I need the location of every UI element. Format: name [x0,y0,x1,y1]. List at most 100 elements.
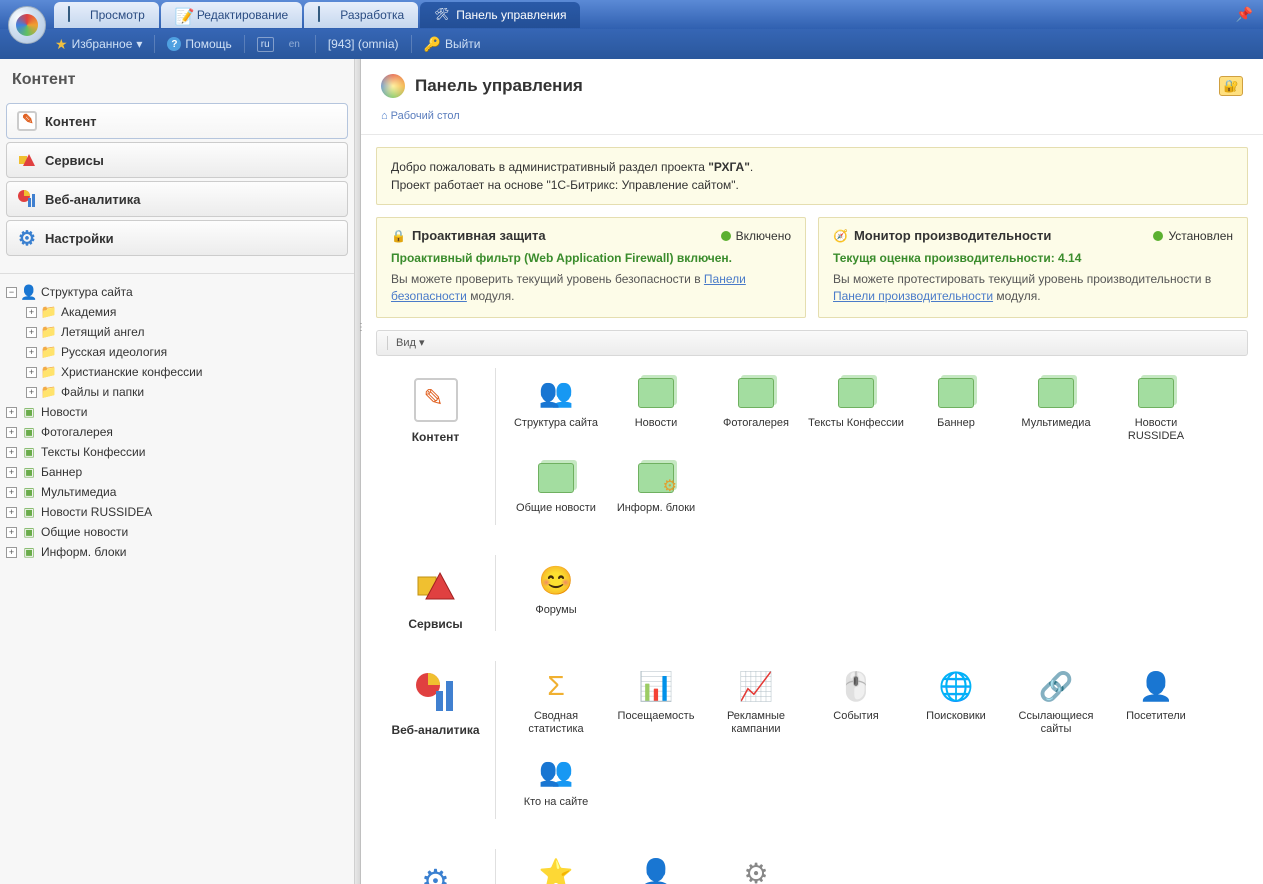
expand-icon[interactable]: + [6,447,17,458]
dash-cat-services-label: Сервисы [376,617,495,631]
tree-multimedia[interactable]: +▣Мультимедиа [6,482,348,502]
dash-item-summary[interactable]: ΣСводная статистика [506,661,606,746]
dash-item-texts[interactable]: Тексты Конфессии [806,368,906,453]
dash-item-visitors[interactable]: 👤Посетители [1106,661,1206,746]
dash-item-interface[interactable]: ⚙Интерфейс [706,849,806,884]
dash-item-visits[interactable]: 📊Посещаемость [606,661,706,746]
dash-item-photo-label: Фотогалерея [708,417,804,430]
panel-proactive: 🔒Проактивная защитаВключено Проактивный … [376,217,806,318]
dash-item-general-news[interactable]: Общие новости [506,453,606,525]
help-button[interactable]: ? Помощь [167,37,231,51]
status-panels: 🔒Проактивная защитаВключено Проактивный … [376,217,1248,318]
sidebar-item-services[interactable]: Сервисы [6,142,348,178]
dash-item-inform[interactable]: Информ. блоки [606,453,706,525]
tree-general-news[interactable]: +▣Общие новости [6,522,348,542]
expand-icon[interactable]: + [6,547,17,558]
sidebar-item-analytics[interactable]: Веб-аналитика [6,181,348,217]
dash-item-who[interactable]: 👥Кто на сайте [506,747,606,819]
sidebar-item-content[interactable]: Контент [6,103,348,139]
view-button[interactable]: Вид ▾ [396,336,425,349]
dash-cat-content[interactable]: Контент [376,368,496,526]
tab-edit[interactable]: 📝Редактирование [161,2,302,28]
tree-angel-label: Летящий ангел [61,325,144,339]
expand-icon[interactable]: + [6,507,17,518]
expand-icon[interactable]: + [26,307,37,318]
services-icon [17,150,37,170]
breadcrumb[interactable]: ⌂Рабочий стол [361,106,1263,135]
dash-item-summary-label: Сводная статистика [508,710,604,736]
tab-control-panel[interactable]: 🛠Панель управления [420,2,580,28]
collapse-icon[interactable]: − [6,287,17,298]
dash-item-events[interactable]: 🖱️События [806,661,906,746]
dash-item-banner-label: Баннер [908,417,1004,430]
dash-item-searchers[interactable]: 🌐Поисковики [906,661,1006,746]
dash-item-forums[interactable]: 😊Форумы [506,555,606,627]
help-label: Помощь [185,37,231,51]
tree-angel[interactable]: +📁Летящий ангел [6,322,348,342]
performance-panel-link[interactable]: Панели производительности [833,289,993,303]
iblock-icon: ▣ [21,484,37,500]
expand-icon[interactable]: + [26,367,37,378]
dash-item-adv[interactable]: 📈Рекламные кампании [706,661,806,746]
tree-inform-blocks[interactable]: +▣Информ. блоки [6,542,348,562]
structure-icon: 👥 [536,373,576,413]
tree-ideology[interactable]: +📁Русская идеология [6,342,348,362]
tree-news-russidea[interactable]: +▣Новости RUSSIDEA [6,502,348,522]
profile-icon: 👤 [636,854,676,884]
tree-banner[interactable]: +▣Баннер [6,462,348,482]
dash-item-referrers-label: Ссылающиеся сайты [1008,710,1104,736]
dash-item-structure[interactable]: 👥Структура сайта [506,368,606,453]
exit-button[interactable]: 🔑Выйти [424,36,481,53]
tab-dev[interactable]: Разработка [304,2,418,28]
analytics-icon [412,669,460,717]
expand-icon[interactable]: + [26,327,37,338]
app-logo[interactable] [8,6,46,44]
splitter[interactable] [355,59,361,884]
tree-files[interactable]: +📁Файлы и папки [6,382,348,402]
tree-confessions[interactable]: +📁Христианские конфессии [6,362,348,382]
expand-icon[interactable]: + [26,347,37,358]
dash-item-multimedia[interactable]: Мультимедиа [1006,368,1106,453]
dash-section-analytics: Веб-аналитика ΣСводная статистика 📊Посещ… [376,661,1248,819]
help-icon: ? [167,37,181,51]
top-tab-bar: Просмотр 📝Редактирование Разработка 🛠Пан… [0,0,1263,29]
dash-item-news[interactable]: Новости [606,368,706,453]
tab-dev-label: Разработка [340,8,404,22]
expand-icon[interactable]: + [26,387,37,398]
dash-cat-services[interactable]: Сервисы [376,555,496,631]
dash-item-photo[interactable]: Фотогалерея [706,368,806,453]
tree-academy[interactable]: +📁Академия [6,302,348,322]
tree-photo[interactable]: +▣Фотогалерея [6,422,348,442]
pin-icon[interactable]: 📌 [1236,6,1253,23]
tree-texts-conf[interactable]: +▣Тексты Конфессии [6,442,348,462]
expand-icon[interactable]: + [6,527,17,538]
sidebar-item-content-label: Контент [45,114,97,129]
dash-item-favorites[interactable]: ⭐Избранное [506,849,606,884]
tree-structure-label: Структура сайта [41,285,133,299]
lang-en[interactable]: en [286,38,303,51]
expand-icon[interactable]: + [6,487,17,498]
welcome-box: Добро пожаловать в административный разд… [376,147,1248,205]
dash-item-profile[interactable]: 👤Мой профайл [606,849,706,884]
dash-item-news-russidea[interactable]: Новости RUSSIDEA [1106,368,1206,453]
tab-view[interactable]: Просмотр [54,2,159,28]
iblock-icon: ▣ [21,464,37,480]
expand-icon[interactable]: + [6,467,17,478]
chevron-down-icon: ▾ [419,337,425,349]
dash-item-searchers-label: Поисковики [908,710,1004,723]
lang-ru[interactable]: ru [257,37,274,52]
dash-item-referrers[interactable]: 🔗Ссылающиеся сайты [1006,661,1106,746]
dash-item-who-label: Кто на сайте [508,796,604,809]
expand-icon[interactable]: + [6,427,17,438]
panel-proactive-sub: Проактивный фильтр (Web Application Fire… [391,251,791,265]
tree-structure[interactable]: −👤Структура сайта [6,282,348,302]
dash-cat-analytics[interactable]: Веб-аналитика [376,661,496,819]
lock-icon[interactable]: 🔐 [1219,76,1243,96]
expand-icon[interactable]: + [6,407,17,418]
sidebar-item-settings[interactable]: ⚙Настройки [6,220,348,256]
favorites-button[interactable]: ★Избранное▾ [55,36,142,53]
status-dot-icon [1153,231,1163,241]
dash-cat-settings[interactable]: ⚙ Настройки [376,849,496,884]
tree-news[interactable]: +▣Новости [6,402,348,422]
dash-item-banner[interactable]: Баннер [906,368,1006,453]
